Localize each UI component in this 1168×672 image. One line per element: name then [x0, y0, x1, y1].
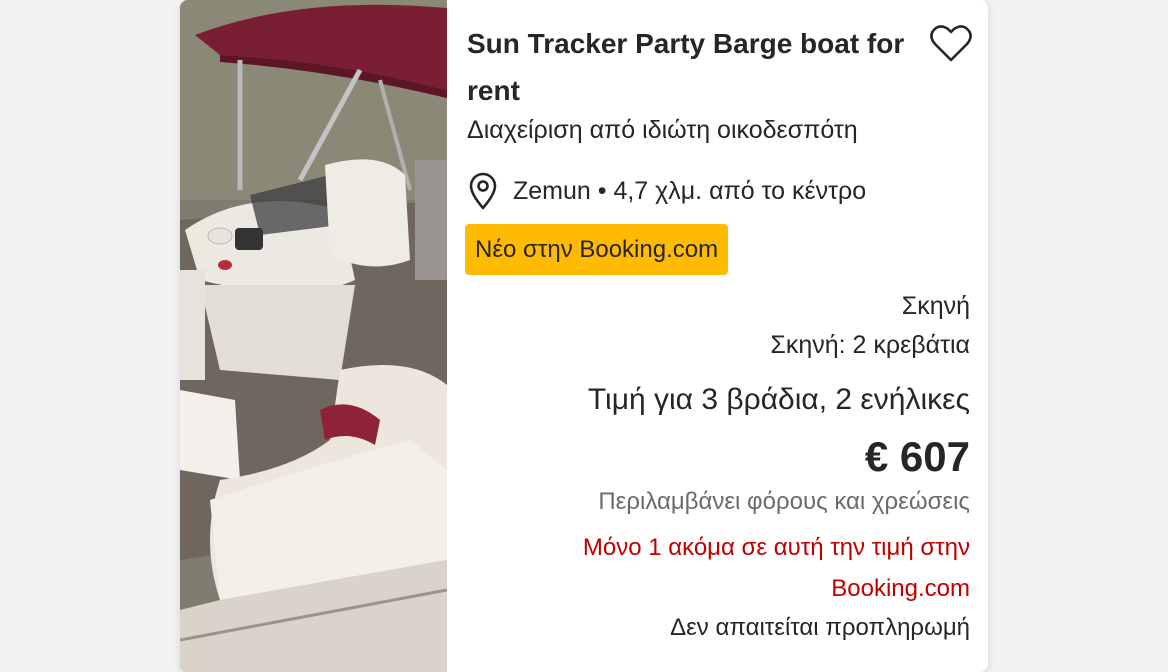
no-prepayment-note: Δεν απαιτείται προπληρωμή [670, 614, 970, 641]
property-card[interactable]: Sun Tracker Party Barge boat for rent Δι… [180, 0, 988, 672]
price-for-label: Τιμή για 3 βράδια, 2 ενήλικες [587, 383, 970, 416]
room-type[interactable]: Σκηνή [902, 287, 970, 325]
location-row[interactable]: Zemun • 4,7 χλμ. από το κέντρο [467, 171, 866, 211]
price: € 607 [864, 433, 970, 480]
property-info: Sun Tracker Party Barge boat for rent Δι… [465, 0, 973, 672]
bed-configuration: Σκηνή: 2 κρεβάτια [770, 331, 970, 359]
location-text: Zemun • 4,7 χλμ. από το κέντρο [513, 176, 867, 205]
new-to-booking-badge: Νέο στην Booking.com [465, 224, 729, 275]
property-photo[interactable] [180, 0, 447, 672]
scarcity-message: Μόνο 1 ακόμα σε αυτή την τιμή στην Booki… [582, 534, 970, 602]
host-type: Διαχείριση από ιδιώτη οικοδεσπότη [467, 116, 858, 144]
heart-icon[interactable] [929, 24, 973, 64]
map-pin-icon [469, 172, 497, 210]
taxes-note: Περιλαμβάνει φόρους και χρεώσεις [598, 488, 970, 515]
property-title[interactable]: Sun Tracker Party Barge boat for rent [467, 20, 917, 114]
